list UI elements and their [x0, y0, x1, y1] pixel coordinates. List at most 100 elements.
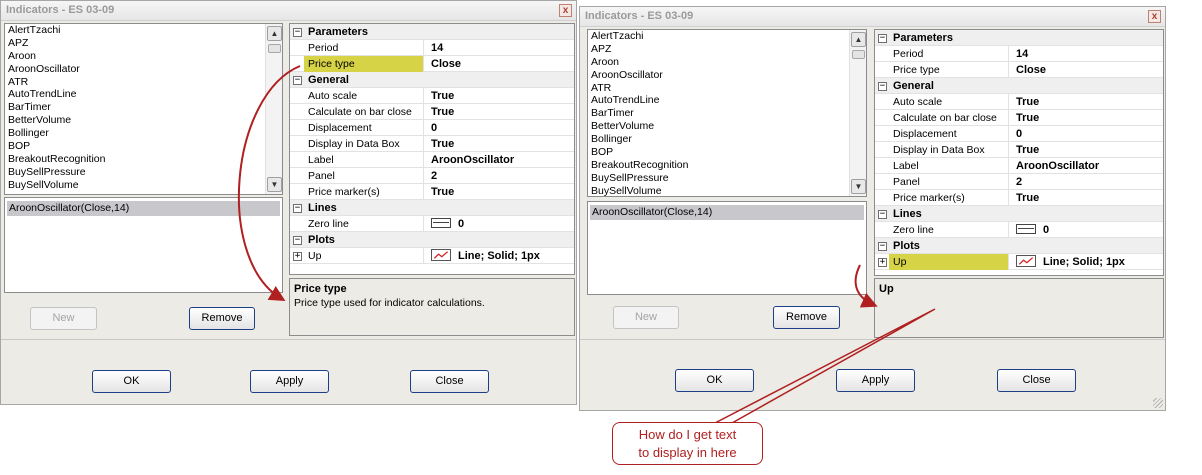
property-row[interactable]: Period 14: [290, 40, 574, 56]
list-item[interactable]: AlertTzachi: [588, 30, 866, 43]
minus-box-icon[interactable]: −: [293, 28, 302, 37]
category-lines[interactable]: − Lines: [290, 200, 574, 216]
property-row[interactable]: Label AroonOscillator: [875, 158, 1163, 174]
minus-box-icon[interactable]: −: [878, 34, 887, 43]
new-button[interactable]: New: [30, 307, 97, 330]
plus-box-icon[interactable]: +: [878, 258, 887, 267]
category-lines[interactable]: − Lines: [875, 206, 1163, 222]
property-row[interactable]: Price marker(s) True: [875, 190, 1163, 206]
list-item[interactable]: AutoTrendLine: [588, 94, 866, 107]
chevron-down-icon[interactable]: ▼: [851, 179, 866, 194]
list-item[interactable]: APZ: [588, 43, 866, 56]
applied-indicators-list[interactable]: AroonOscillator(Close,14): [4, 197, 283, 293]
remove-button[interactable]: Remove: [189, 307, 255, 330]
description-title: Up: [879, 283, 894, 295]
list-item[interactable]: APZ: [5, 37, 282, 50]
property-row-selected[interactable]: Price type Close: [290, 56, 574, 72]
property-row[interactable]: Displacement 0: [875, 126, 1163, 142]
list-item[interactable]: AroonOscillator: [588, 69, 866, 82]
list-item[interactable]: Bollinger: [5, 127, 282, 140]
list-item[interactable]: ATR: [588, 82, 866, 95]
list-item[interactable]: BOP: [588, 146, 866, 159]
list-scrollbar[interactable]: ▲ ▼: [265, 24, 282, 194]
category-general[interactable]: − General: [875, 78, 1163, 94]
list-item[interactable]: Aroon: [5, 50, 282, 63]
minus-box-icon[interactable]: −: [878, 82, 887, 91]
property-row[interactable]: Zero line 0: [875, 222, 1163, 238]
property-row[interactable]: + Up Line; Solid; 1px: [290, 248, 574, 264]
list-item[interactable]: Bollinger: [588, 133, 866, 146]
list-item[interactable]: Aroon: [588, 56, 866, 69]
divider: [1, 339, 576, 340]
plus-box-icon[interactable]: +: [293, 252, 302, 261]
list-item-selected[interactable]: AroonOscillator(Close,14): [7, 201, 280, 216]
list-item[interactable]: BreakoutRecognition: [5, 153, 282, 166]
apply-button[interactable]: Apply: [836, 369, 915, 392]
list-item[interactable]: BarTimer: [588, 107, 866, 120]
property-row[interactable]: Auto scale True: [875, 94, 1163, 110]
category-plots[interactable]: − Plots: [875, 238, 1163, 254]
property-row[interactable]: Display in Data Box True: [875, 142, 1163, 158]
list-scrollbar[interactable]: ▲ ▼: [849, 30, 866, 196]
new-button[interactable]: New: [613, 306, 679, 329]
list-item[interactable]: BetterVolume: [588, 120, 866, 133]
applied-indicators-list[interactable]: AroonOscillator(Close,14): [587, 201, 867, 295]
minus-box-icon[interactable]: −: [878, 242, 887, 251]
category-general[interactable]: − General: [290, 72, 574, 88]
list-item[interactable]: BuySellVolume: [5, 179, 282, 192]
list-item-selected[interactable]: AroonOscillator(Close,14): [590, 205, 864, 220]
property-row[interactable]: Calculate on bar close True: [290, 104, 574, 120]
close-window-icon[interactable]: x: [559, 4, 572, 17]
category-parameters[interactable]: − Parameters: [875, 30, 1163, 46]
chevron-down-icon[interactable]: ▼: [267, 177, 282, 192]
list-item[interactable]: AroonOscillator: [5, 63, 282, 76]
apply-button[interactable]: Apply: [250, 370, 329, 393]
close-button[interactable]: Close: [997, 369, 1076, 392]
property-row[interactable]: Auto scale True: [290, 88, 574, 104]
property-row[interactable]: Calculate on bar close True: [875, 110, 1163, 126]
list-item[interactable]: BuySellVolume: [588, 185, 866, 196]
scroll-thumb[interactable]: [852, 50, 865, 59]
resize-grip-icon[interactable]: [1153, 398, 1163, 408]
minus-box-icon[interactable]: −: [878, 210, 887, 219]
scroll-thumb[interactable]: [268, 44, 281, 53]
remove-button[interactable]: Remove: [773, 306, 840, 329]
indicator-list[interactable]: AlertTzachi APZ Aroon AroonOscillator AT…: [587, 29, 867, 197]
category-parameters[interactable]: − Parameters: [290, 24, 574, 40]
properties-grid[interactable]: − Parameters Period 14 Price type Close − Ge…: [874, 29, 1164, 276]
chevron-up-icon[interactable]: ▲: [851, 32, 866, 47]
properties-grid[interactable]: − Parameters Period 14 Price type Close − Ge…: [289, 23, 575, 275]
minus-box-icon[interactable]: −: [293, 236, 302, 245]
title-bar[interactable]: Indicators - ES 03-09 x: [1, 1, 576, 21]
close-button[interactable]: Close: [410, 370, 489, 393]
list-item[interactable]: AlertTzachi: [5, 24, 282, 37]
ok-button[interactable]: OK: [675, 369, 754, 392]
category-plots[interactable]: − Plots: [290, 232, 574, 248]
property-row-selected[interactable]: + Up Line; Solid; 1px: [875, 254, 1163, 270]
property-row[interactable]: Displacement 0: [290, 120, 574, 136]
property-row[interactable]: Panel 2: [290, 168, 574, 184]
list-item[interactable]: ATR: [5, 76, 282, 89]
property-row[interactable]: Zero line 0: [290, 216, 574, 232]
indicator-list[interactable]: AlertTzachi APZ Aroon AroonOscillator AT…: [4, 23, 283, 195]
close-window-icon[interactable]: x: [1148, 10, 1161, 23]
chevron-up-icon[interactable]: ▲: [267, 26, 282, 41]
minus-box-icon[interactable]: −: [293, 76, 302, 85]
ok-button[interactable]: OK: [92, 370, 171, 393]
list-item[interactable]: BuySellPressure: [5, 166, 282, 179]
title-bar[interactable]: Indicators - ES 03-09 x: [580, 7, 1165, 27]
property-row[interactable]: Price type Close: [875, 62, 1163, 78]
list-item[interactable]: BuySellPressure: [588, 172, 866, 185]
property-row[interactable]: Panel 2: [875, 174, 1163, 190]
list-item[interactable]: AutoTrendLine: [5, 88, 282, 101]
property-row[interactable]: Display in Data Box True: [290, 136, 574, 152]
list-item[interactable]: BreakoutRecognition: [588, 159, 866, 172]
property-row[interactable]: Price marker(s) True: [290, 184, 574, 200]
list-item[interactable]: BarTimer: [5, 101, 282, 114]
property-row[interactable]: Period 14: [875, 46, 1163, 62]
list-item[interactable]: BOP: [5, 140, 282, 153]
property-row[interactable]: Label AroonOscillator: [290, 152, 574, 168]
indicators-dialog-right: Indicators - ES 03-09 x AlertTzachi APZ …: [579, 6, 1166, 411]
list-item[interactable]: BetterVolume: [5, 114, 282, 127]
minus-box-icon[interactable]: −: [293, 204, 302, 213]
